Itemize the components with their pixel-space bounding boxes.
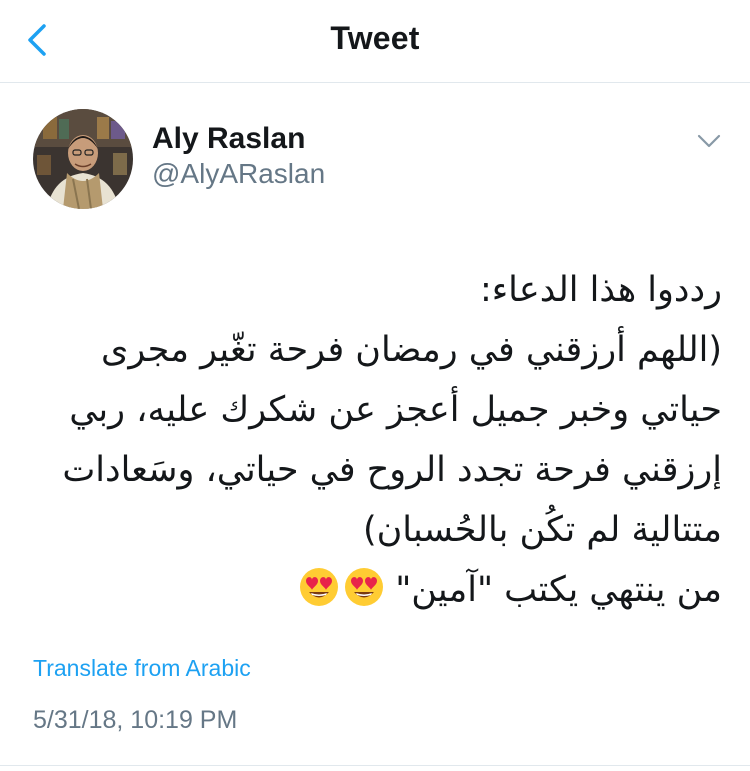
avatar-image (33, 109, 133, 209)
divider (0, 765, 750, 766)
tweet-last-line: من ينتهي يكتب "آمين" (28, 560, 722, 620)
tweet-line: حياتي وخبر جميل أعجز عن شكرك عليه، ربي (69, 390, 722, 430)
author-handle[interactable]: @AlyARaslan (152, 158, 325, 190)
page-title: Tweet (330, 20, 420, 56)
tweet-timestamp: 5/31/18, 10:19 PM (33, 706, 238, 734)
avatar[interactable] (33, 109, 133, 209)
tweet-line: متتالية لم تكُن بالحُسبان) (362, 510, 722, 550)
tweet-line: من ينتهي يكتب "آمين" (395, 570, 722, 610)
heart-eyes-emoji (300, 568, 339, 606)
heart-eyes-emoji (345, 568, 384, 606)
tweet-text: رددوا هذا الدعاء: (اللهم أرزقني في رمضان… (28, 260, 722, 620)
translate-link[interactable]: Translate from Arabic (33, 655, 251, 682)
tweet-line: رددوا هذا الدعاء: (479, 270, 722, 310)
navigation-bar: Tweet (0, 0, 750, 83)
author-name[interactable]: Aly Raslan (152, 122, 305, 156)
tweet-line: إرزقني فرحة تجدد الروح في حياتي، وسَعادا… (62, 450, 722, 490)
chevron-down-icon[interactable] (696, 132, 722, 150)
tweet-line: (اللهم أرزقني في رمضان فرحة تغّير مجرى (100, 330, 722, 370)
